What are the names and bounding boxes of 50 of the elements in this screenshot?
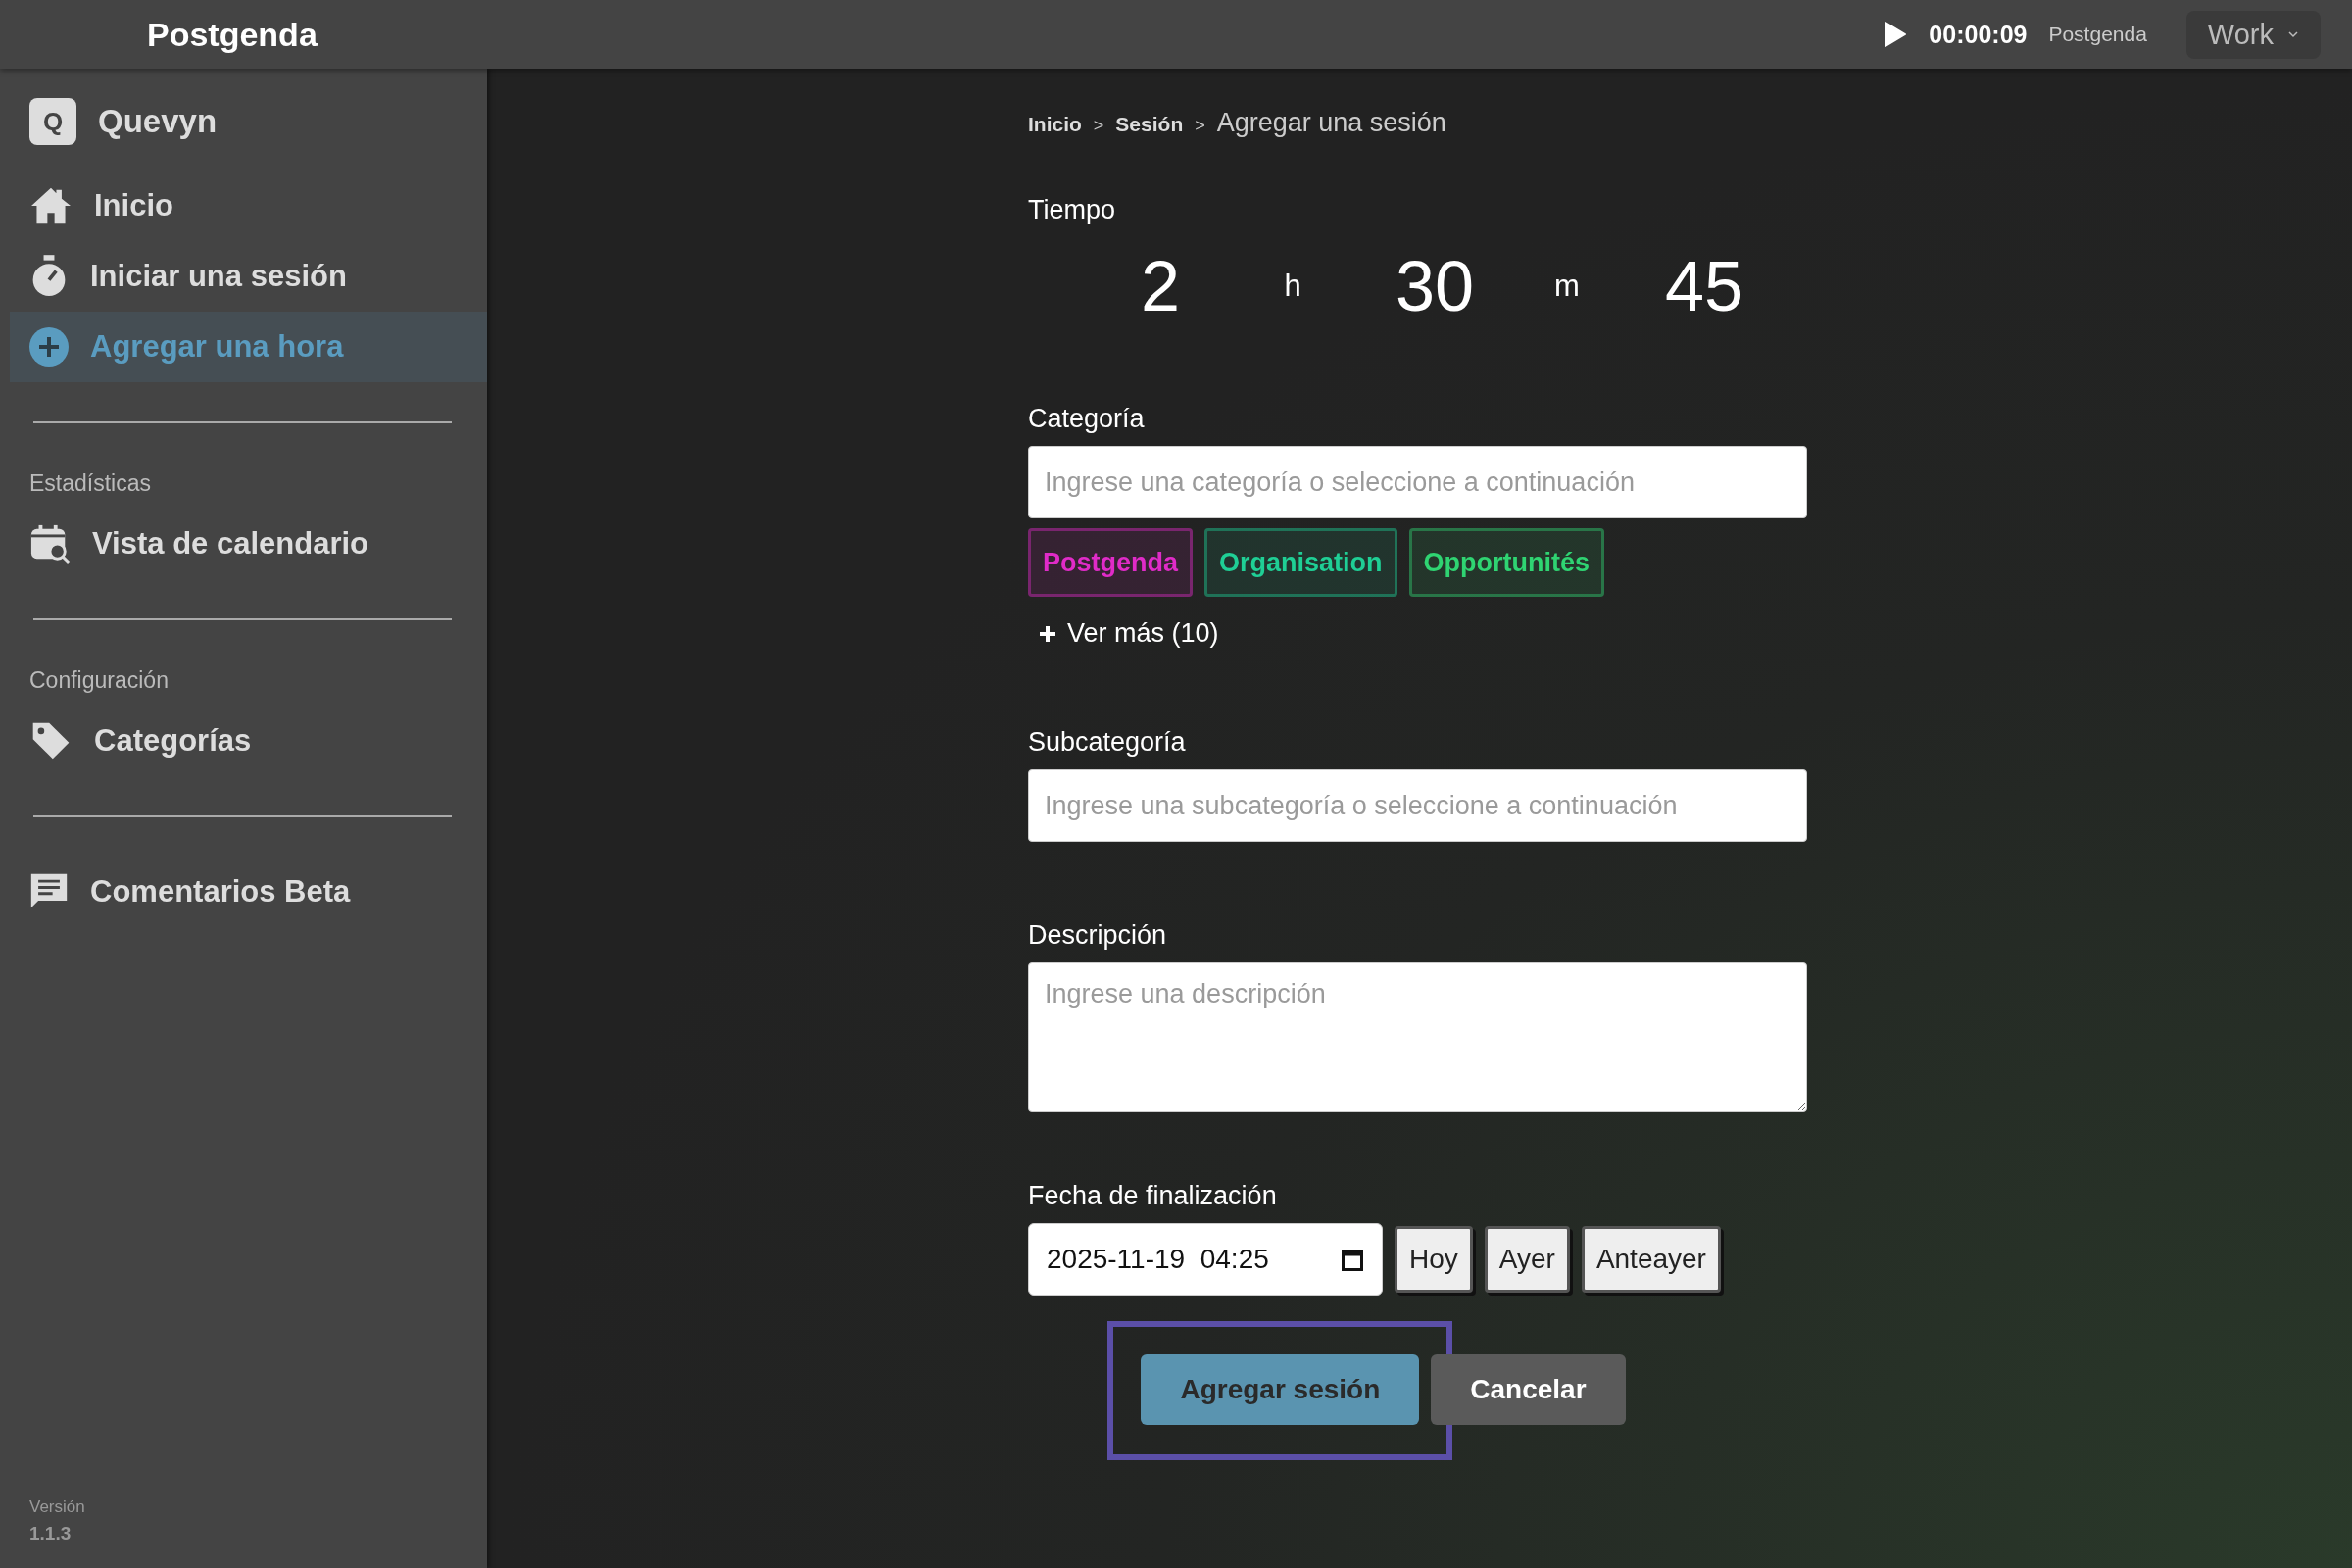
date-input[interactable]: 2025-11-19 04:25 xyxy=(1028,1223,1383,1296)
play-button[interactable] xyxy=(1884,21,1908,48)
breadcrumb-separator: > xyxy=(1195,116,1205,136)
field-label: Categoría xyxy=(1028,404,1146,434)
breadcrumb-separator: > xyxy=(1093,116,1104,136)
category-input[interactable]: Ingrese una categoría o seleccione a continuación xyxy=(1028,446,1807,518)
breadcrumb-current: Agregar una sesión xyxy=(1216,108,1446,138)
timer-project: Postgenda xyxy=(2048,23,2147,46)
sidebar-item[interactable]: Comentarios Beta xyxy=(10,857,487,927)
submit-button[interactable]: Agregar sesión xyxy=(1141,1354,1420,1425)
breadcrumb-link[interactable]: Sesión xyxy=(1115,113,1184,136)
calendar-search-icon xyxy=(29,523,71,564)
field-label: Tiempo xyxy=(1028,195,1117,225)
cancel-button[interactable]: Cancelar xyxy=(1431,1354,1626,1425)
sidebar-heading: Configuración xyxy=(28,667,170,694)
plus-icon xyxy=(1038,623,1057,644)
sidebar-item[interactable]: Categorías xyxy=(10,706,487,776)
date-shortcut-button[interactable]: Anteayer xyxy=(1581,1226,1721,1293)
sidebar-heading: Estadísticas xyxy=(28,470,152,497)
category-chip[interactable]: Organisation xyxy=(1204,528,1397,597)
field-label: Fecha de finalización xyxy=(1028,1181,1278,1211)
field-label: Descripción xyxy=(1028,920,1168,951)
timer: 00:00:09 xyxy=(1929,20,2028,49)
plus-icon xyxy=(29,327,69,367)
show-more-button[interactable]: Ver más (10) xyxy=(1028,618,1229,649)
house-icon xyxy=(29,186,73,225)
sidebar-item[interactable]: Inicio xyxy=(10,171,487,241)
description-textarea[interactable]: Ingrese una descripción xyxy=(1028,962,1807,1112)
sidebar-item[interactable]: Vista de calendario xyxy=(10,509,487,579)
date-shortcut-button[interactable]: Hoy xyxy=(1395,1226,1473,1293)
version-label: Versión xyxy=(28,1497,86,1517)
time-input[interactable]: 30 xyxy=(1376,246,1494,326)
time-unit: h xyxy=(1283,269,1302,304)
category-chip[interactable]: Postgenda xyxy=(1028,528,1194,597)
breadcrumb-link[interactable]: Inicio xyxy=(1028,113,1082,136)
sidebar-item[interactable]: Iniciar una sesión xyxy=(10,241,487,312)
field-label: Subcategoría xyxy=(1028,727,1187,758)
app-title: Postgenda xyxy=(147,15,318,54)
category-chip[interactable]: Opportunités xyxy=(1408,528,1605,597)
version-number: 1.1.3 xyxy=(28,1522,73,1544)
user-avatar: Q xyxy=(29,98,76,145)
time-input[interactable]: 2 xyxy=(1111,246,1209,326)
time-input[interactable]: 45 xyxy=(1641,246,1768,326)
chevron-down-icon xyxy=(2287,30,2299,38)
subcategory-input[interactable]: Ingrese una subcategoría o seleccione a continuación xyxy=(1028,769,1807,842)
time-unit: m xyxy=(1553,269,1581,304)
date-shortcut-button[interactable]: Ayer xyxy=(1484,1226,1570,1293)
workspace-dropdown[interactable]: Work xyxy=(2185,10,2321,59)
calendar-icon[interactable] xyxy=(1342,1248,1363,1271)
user-name: Quevyn xyxy=(98,103,218,140)
